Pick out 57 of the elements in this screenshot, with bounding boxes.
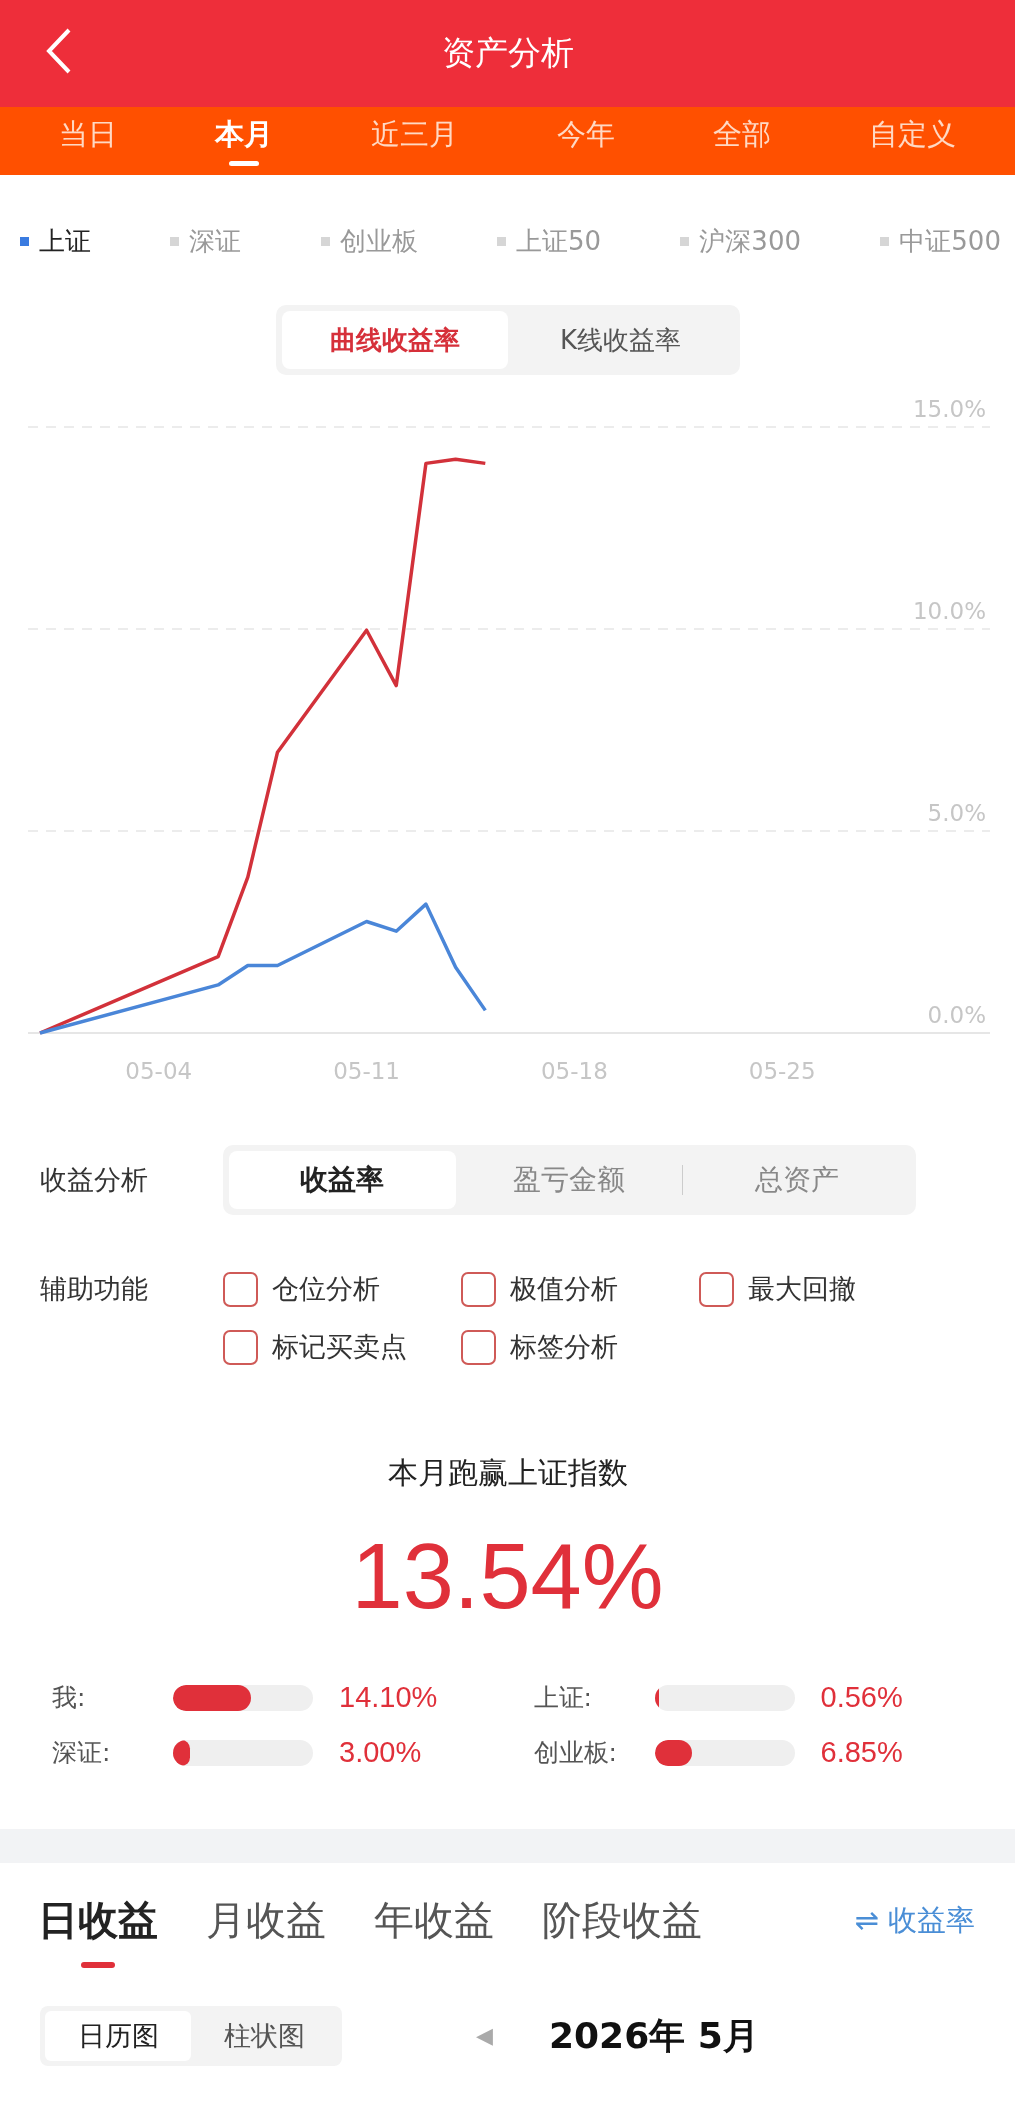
checkbox[interactable] xyxy=(461,1271,496,1307)
summary-title: 本月跑赢上证指数 xyxy=(387,1454,628,1492)
analysis-option[interactable]: 总资产 xyxy=(683,1151,910,1209)
checkbox-label: 标签分析 xyxy=(510,1330,618,1364)
checkbox-label: 最大回撤 xyxy=(748,1272,856,1306)
index-tab[interactable]: 深证 xyxy=(170,221,242,261)
period-tab[interactable]: 全部 xyxy=(702,107,781,175)
row-label: 收益分析 xyxy=(40,1163,149,1197)
analysis-option[interactable]: 盈亏金额 xyxy=(455,1151,683,1209)
checkbox-label: 极值分析 xyxy=(510,1272,618,1306)
axis-label: 5.0% xyxy=(927,800,986,826)
chart-mode-tab[interactable]: K线收益率 xyxy=(507,311,734,369)
axis-label: 15.0% xyxy=(912,396,986,422)
analysis-option[interactable]: 收益率 xyxy=(229,1151,456,1209)
checkbox[interactable] xyxy=(461,1329,496,1365)
axis-label: 0.0% xyxy=(927,1002,986,1028)
comparison-label: 上证: xyxy=(533,1682,593,1714)
period-tab[interactable]: 今年 xyxy=(546,107,625,175)
comparison-label: 深证: xyxy=(52,1737,112,1769)
axis-label: 05-18 xyxy=(540,1058,608,1084)
page-title: 资产分析 xyxy=(441,32,574,74)
view-tab[interactable]: 柱状图 xyxy=(191,2011,337,2061)
index-tab[interactable]: 上证 xyxy=(20,221,91,261)
checkbox-label: 仓位分析 xyxy=(272,1272,380,1306)
period-tab[interactable]: 当日 xyxy=(49,107,128,175)
index-tab[interactable]: 中证500 xyxy=(880,221,1001,261)
checkbox[interactable] xyxy=(223,1329,258,1365)
row-label: 辅助功能 xyxy=(40,1272,149,1306)
checkbox[interactable] xyxy=(699,1271,734,1307)
income-tab[interactable]: 阶段收益 xyxy=(542,1893,702,1968)
rate-toggle-button[interactable]: ⇌ 收益率 xyxy=(854,1900,975,1941)
comparison-value: 6.85% xyxy=(820,1736,903,1769)
axis-label: 05-11 xyxy=(333,1058,400,1084)
period-tab[interactable]: 自定义 xyxy=(858,107,966,175)
checkbox[interactable] xyxy=(223,1271,258,1307)
axis-label: 05-04 xyxy=(125,1058,193,1084)
period-tab[interactable]: 近三月 xyxy=(361,107,469,175)
comparison-value: 0.56% xyxy=(820,1681,903,1714)
axis-label: 05-25 xyxy=(748,1058,816,1084)
income-tab[interactable]: 年收益 xyxy=(374,1893,494,1968)
chart-mode-tab[interactable]: 曲线收益率 xyxy=(281,311,508,369)
checkbox-label: 标记买卖点 xyxy=(272,1330,407,1364)
view-tab[interactable]: 日历图 xyxy=(45,2011,191,2061)
period-tab[interactable]: 本月 xyxy=(205,107,284,175)
comparison-label: 我: xyxy=(52,1682,87,1714)
index-tab[interactable]: 沪深300 xyxy=(680,221,801,261)
month-label: 2026年 5月 xyxy=(549,2013,759,2058)
income-tab[interactable]: 日收益 xyxy=(38,1893,158,1968)
index-tab[interactable]: 上证50 xyxy=(496,221,602,261)
comparison-value: 14.10% xyxy=(339,1681,438,1714)
comparison-label: 创业板: xyxy=(533,1737,618,1769)
summary-value: 13.54% xyxy=(351,1524,664,1629)
axis-label: 10.0% xyxy=(912,598,986,624)
index-tab[interactable]: 创业板 xyxy=(320,221,418,261)
comparison-value: 3.00% xyxy=(339,1736,422,1769)
income-tab[interactable]: 月收益 xyxy=(206,1893,326,1968)
prev-month-button[interactable]: ◀ xyxy=(476,2023,493,2049)
